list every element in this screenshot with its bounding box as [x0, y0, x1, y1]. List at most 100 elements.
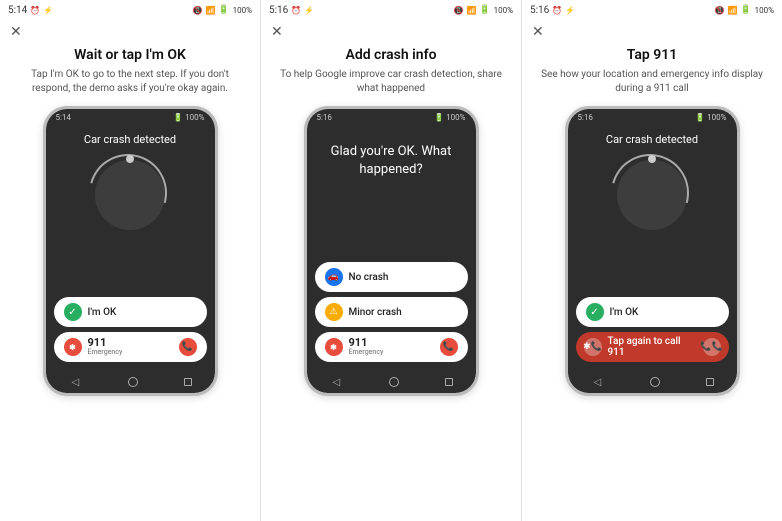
detected-text-1: Car crash detected	[84, 133, 176, 146]
circle-indicator-3	[617, 160, 687, 230]
status-time-3: 5:16 ⏰ ⚡	[530, 5, 575, 16]
close-button-2[interactable]: ✕	[271, 24, 283, 38]
panel-title-1: Wait or tap I'm OK	[14, 46, 246, 64]
ok-icon-1	[64, 303, 82, 321]
recent-btn-3[interactable]	[706, 378, 714, 386]
flash-icon-3: ⚡	[565, 6, 575, 15]
minor-crash-label: Minor crash	[349, 307, 402, 318]
phone-content-2: Glad you're OK. What happened?	[307, 125, 476, 262]
status-time-2: 5:16 ⏰ ⚡	[269, 5, 314, 16]
detected-text-3: Car crash detected	[606, 133, 698, 146]
wifi-icon-3: 📶	[727, 6, 737, 15]
close-row-2: ✕	[261, 20, 521, 42]
panel-desc-3: See how your location and emergency info…	[536, 68, 768, 96]
phone-bottom-3: I'm OK ✱ Tap again to call 911 📞	[568, 297, 737, 371]
minor-crash-btn[interactable]: ⚠ Minor crash	[315, 297, 468, 327]
nine-one-one-btn-2[interactable]: ✱ 911 Emergency	[315, 332, 468, 362]
circle-dot-3	[648, 155, 656, 163]
phone-status-3: 5:16 🔋 100%	[568, 109, 737, 125]
ok-icon-3	[586, 303, 604, 321]
status-icons-1: 📵 📶 🔋 100%	[192, 5, 252, 15]
panel-crash-info: 5:16 ⏰ ⚡ 📵 📶 🔋 100% ✕ Add crash info To …	[261, 0, 522, 521]
alarm-icon: ⏰	[30, 6, 40, 15]
signal-blocked-icon-3: 📵	[714, 6, 724, 15]
recent-btn-2[interactable]	[445, 378, 453, 386]
circle-dot-1	[126, 155, 134, 163]
circle-indicator-1	[95, 160, 165, 230]
battery-icon: 🔋	[218, 5, 229, 15]
glad-text: Glad you're OK. What happened?	[307, 133, 476, 179]
im-ok-btn-1[interactable]: I'm OK	[54, 297, 207, 327]
flash-icon: ⚡	[43, 6, 53, 15]
phone-mockup-1: 5:14 🔋 100% Car crash detected I'm OK ✱	[43, 106, 218, 396]
title-area-1: Wait or tap I'm OK Tap I'm OK to go to t…	[0, 42, 260, 100]
phone-status-1: 5:14 🔋 100%	[46, 109, 215, 125]
home-btn-1[interactable]	[128, 377, 138, 387]
phone-screen-1: 5:14 🔋 100% Car crash detected I'm OK ✱	[46, 109, 215, 393]
im-ok-btn-3[interactable]: I'm OK	[576, 297, 729, 327]
close-button-3[interactable]: ✕	[532, 24, 544, 38]
no-crash-btn[interactable]: 🚗 No crash	[315, 262, 468, 292]
close-button-1[interactable]: ✕	[10, 24, 22, 38]
home-btn-2[interactable]	[389, 377, 399, 387]
nine-one-one-btn-1[interactable]: ✱ 911 Emergency	[54, 332, 207, 362]
phone-screen-2: 5:16 🔋 100% Glad you're OK. What happene…	[307, 109, 476, 393]
status-bar-1: 5:14 ⏰ ⚡ 📵 📶 🔋 100%	[0, 0, 260, 20]
title-area-3: Tap 911 See how your location and emerge…	[522, 42, 782, 100]
battery-icon-2: 🔋	[479, 5, 490, 15]
sos-icon-1: ✱	[64, 338, 82, 356]
phone-nav-2: ◁	[307, 371, 476, 393]
tap-again-btn[interactable]: ✱ Tap again to call 911 📞	[576, 332, 729, 362]
call-icon-1	[179, 338, 197, 356]
alarm-icon-2: ⏰	[291, 6, 301, 15]
sos-icon-3: ✱	[584, 338, 602, 356]
status-time-1: 5:14 ⏰ ⚡	[8, 5, 53, 16]
phone-bottom-1: I'm OK ✱ 911 Emergency	[46, 297, 215, 371]
im-ok-label-1: I'm OK	[88, 307, 117, 318]
panel-tap-911: 5:16 ⏰ ⚡ 📵 📶 🔋 100% ✕ Tap 911 See how yo…	[522, 0, 782, 521]
phone-status-2: 5:16 🔋 100%	[307, 109, 476, 125]
panel-wait-ok: 5:14 ⏰ ⚡ 📵 📶 🔋 100% ✕ Wait or tap I'm OK…	[0, 0, 261, 521]
status-bar-3: 5:16 ⏰ ⚡ 📵 📶 🔋 100%	[522, 0, 782, 20]
call-icon-3: 📞	[703, 338, 721, 356]
no-crash-label: No crash	[349, 272, 389, 283]
status-icons-2: 📵 📶 🔋 100%	[453, 5, 513, 15]
status-icons-3: 📵 📶 🔋 100%	[714, 5, 774, 15]
close-row-1: ✕	[0, 20, 260, 42]
panel-desc-1: Tap I'm OK to go to the next step. If yo…	[14, 68, 246, 96]
phone-mockup-2: 5:16 🔋 100% Glad you're OK. What happene…	[304, 106, 479, 396]
wifi-icon-2: 📶	[466, 6, 476, 15]
home-btn-3[interactable]	[650, 377, 660, 387]
sos-icon-2: ✱	[325, 338, 343, 356]
panel-title-2: Add crash info	[275, 46, 507, 64]
alarm-icon-3: ⏰	[552, 6, 562, 15]
signal-blocked-icon-2: 📵	[453, 6, 463, 15]
wifi-icon: 📶	[205, 6, 215, 15]
back-btn-1[interactable]: ◁	[68, 375, 82, 389]
panel-desc-2: To help Google improve car crash detecti…	[275, 68, 507, 96]
flash-icon-2: ⚡	[304, 6, 314, 15]
phone-bottom-2: 🚗 No crash ⚠ Minor crash ✱ 911 Emergency	[307, 262, 476, 371]
battery-icon-3: 🔋	[740, 5, 751, 15]
recent-btn-1[interactable]	[184, 378, 192, 386]
close-row-3: ✕	[522, 20, 782, 42]
phone-content-3: Car crash detected	[568, 125, 737, 297]
tap-again-label: Tap again to call 911	[608, 336, 699, 358]
signal-blocked-icon: 📵	[192, 6, 202, 15]
minor-crash-icon: ⚠	[325, 303, 343, 321]
panel-title-3: Tap 911	[536, 46, 768, 64]
phone-mockup-3: 5:16 🔋 100% Car crash detected I'm OK ✱	[565, 106, 740, 396]
no-crash-icon: 🚗	[325, 268, 343, 286]
call-icon-2	[440, 338, 458, 356]
phone-nav-3: ◁	[568, 371, 737, 393]
phone-screen-3: 5:16 🔋 100% Car crash detected I'm OK ✱	[568, 109, 737, 393]
im-ok-label-3: I'm OK	[610, 307, 639, 318]
nine-one-one-label-1: 911 Emergency	[88, 337, 123, 357]
title-area-2: Add crash info To help Google improve ca…	[261, 42, 521, 100]
phone-nav-1: ◁	[46, 371, 215, 393]
phone-content-1: Car crash detected	[46, 125, 215, 297]
nine-one-one-label-2: 911 Emergency	[349, 337, 384, 357]
back-btn-2[interactable]: ◁	[329, 375, 343, 389]
back-btn-3[interactable]: ◁	[590, 375, 604, 389]
status-bar-2: 5:16 ⏰ ⚡ 📵 📶 🔋 100%	[261, 0, 521, 20]
